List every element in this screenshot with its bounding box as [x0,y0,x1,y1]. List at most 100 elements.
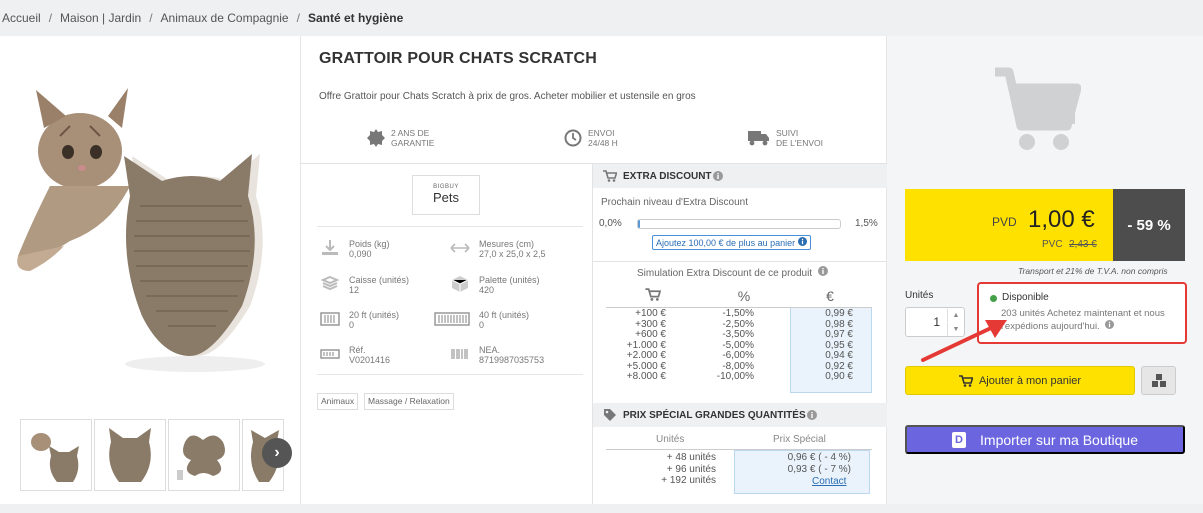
extra-discount-header: EXTRA DISCOUNT [593,164,887,188]
truck-icon [748,131,769,146]
dimensions-icon [449,239,471,257]
import-to-shop-button[interactable]: D Importer sur ma Boutique [905,425,1185,454]
spec-label: Poids (kg) [349,239,390,249]
special-price-units: + 192 unités [661,475,716,486]
special-price-value: 0,96 € ( - 4 %) [787,452,851,463]
info-icon [797,237,807,246]
simulation-percent: -3,50% [722,329,754,340]
spec-value: 0 [349,320,355,330]
breadcrumb-animaux[interactable]: Animaux de Compagnie [161,11,289,25]
special-price-header: PRIX SPÉCIAL GRANDES QUANTITÉS [593,403,887,427]
guarantee-line: SUIVI [776,128,799,138]
breadcrumb-separator: / [48,11,53,25]
spec-label: Caisse (unités) [349,275,410,285]
special-price-units-header: Unités [656,434,685,445]
discount-badge: - 59 % [1113,189,1185,261]
simulation-header-amount [623,288,683,304]
weight-icon [319,239,341,257]
breadcrumb: Accueil / Maison | Jardin / Animaux de C… [0,0,1203,36]
thumbnail-2[interactable] [94,419,166,491]
spec-label: Réf. [349,345,366,355]
spec-20ft: 20 ft (unités) 0 [319,310,399,330]
product-gallery: › [0,36,301,504]
add-to-cart-label: Ajouter à mon panier [978,374,1082,387]
spec-value: 0 [479,320,485,330]
clock-icon [564,129,582,147]
spec-dimensions: Mesures (cm) 27,0 x 25,0 x 2,5 [449,239,546,259]
brand-logo[interactable]: BIGBUY Pets [412,175,480,215]
special-price-title: PRIX SPÉCIAL GRANDES QUANTITÉS [623,409,806,421]
special-price-units: + 96 unités [666,463,716,475]
guarantee-line: 24/48 H [588,138,618,148]
extra-discount-title: EXTRA DISCOUNT [623,170,712,182]
thumbnail-1[interactable] [20,419,92,491]
breadcrumb-separator: / [149,11,153,25]
special-price-values: 0,96 € ( - 4 %) 0,93 € ( - 7 %) [741,452,851,475]
special-price-units-column: + 48 unités + 96 unités + 192 unités [631,452,716,487]
container-40-icon [433,310,471,328]
chevron-right-icon[interactable]: › [262,438,292,468]
info-icon[interactable] [712,171,723,181]
simulation-price-values: 0,99 € 0,98 € 0,97 € 0,95 € 0,94 € 0,92 … [791,308,853,383]
tag-animaux[interactable]: Animaux [317,393,359,410]
product-title: GRATTOIR POUR CHATS SCRATCH [319,50,597,67]
simulation-percent: -10,00% [716,371,754,382]
spec-value: V0201416 [349,355,391,365]
spec-40ft: 40 ft (unités) 0 [433,310,529,330]
spec-reference: Réf. V0201416 [319,345,390,365]
simulation-price: 0,94 € [825,350,853,361]
spec-label: 40 ft (unités) [479,310,530,320]
simulation-title-text: Simulation Extra Discount de ce produit [637,268,813,279]
info-icon[interactable] [1105,320,1115,329]
simulation-percent-column: -1,50% -2,50% -3,50% -5,00% -6,00% -8,00… [696,308,754,383]
cart-icon [645,288,662,301]
pvc-price: 2,43 € [1069,239,1097,250]
next-level-label: Prochain niveau d'Extra Discount [601,197,748,208]
spec-value: 12 [349,285,360,295]
pvd-label: PVD [992,215,1017,229]
guarantee-line: DE L'ENVOI [776,138,823,148]
breadcrumb-home[interactable]: Accueil [2,11,41,25]
tag-massage[interactable]: Massage / Relaxation [364,393,454,410]
info-icon[interactable] [806,410,817,420]
barcode-icon [449,345,471,363]
pvc-label: PVC [1042,239,1063,250]
guarantee-warranty: 2 ANS DE GARANTIE [367,128,434,148]
progress-tip[interactable]: Ajoutez 100,00 € de plus au panier [652,235,811,250]
simulation-price: 0,99 € [825,308,853,319]
annotation-arrow [921,320,1007,362]
simulation-percent: -6,00% [722,350,754,361]
progress-end-label: 1,5% [855,218,878,229]
wholesale-boxes-button[interactable] [1141,366,1176,395]
availability-detail: 203 unités Achetez maintenant et nous l'… [1001,308,1185,333]
breadcrumb-maison-jardin[interactable]: Maison | Jardin [60,11,141,25]
guarantee-shipping: ENVOI 24/48 H [564,128,618,148]
simulation-header-euro: € [826,288,834,304]
shop-logo-icon: D [952,431,967,448]
add-to-cart-button[interactable]: Ajouter à mon panier [905,366,1135,395]
availability-detail-text: 203 unités Achetez maintenant et nous l'… [1001,308,1165,332]
reference-icon [319,345,341,363]
info-icon[interactable] [817,266,828,276]
simulation-amount: +8.000 € [626,371,666,382]
guarantee-line: GARANTIE [391,138,435,148]
spec-label: Palette (unités) [479,275,540,285]
tag-icon [604,409,616,421]
cart-placeholder-icon [995,67,1081,150]
product-main-image[interactable] [10,56,280,396]
buy-box: PVD 1,00 € PVC 2,43 € - 59 % Transport e… [887,36,1203,504]
container-20-icon [319,310,341,328]
thumbnail-3[interactable] [168,419,240,491]
spec-value: 420 [479,285,495,295]
divider [592,164,593,504]
product-description: Offre Grattoir pour Chats Scratch à prix… [319,91,696,102]
special-price-price-header: Prix Spécial [773,434,826,445]
cart-icon [603,170,617,182]
spec-weight: Poids (kg) 0,090 [319,239,390,259]
simulation-price: 0,97 € [825,329,853,340]
spec-label: Mesures (cm) [479,239,535,249]
progress-start-label: 0,0% [599,218,622,229]
tax-note: Transport et 21% de T.V.A. non compris [1018,266,1168,276]
product-info: GRATTOIR POUR CHATS SCRATCH Offre Gratto… [301,36,887,504]
contact-link[interactable]: Contact [812,476,846,487]
